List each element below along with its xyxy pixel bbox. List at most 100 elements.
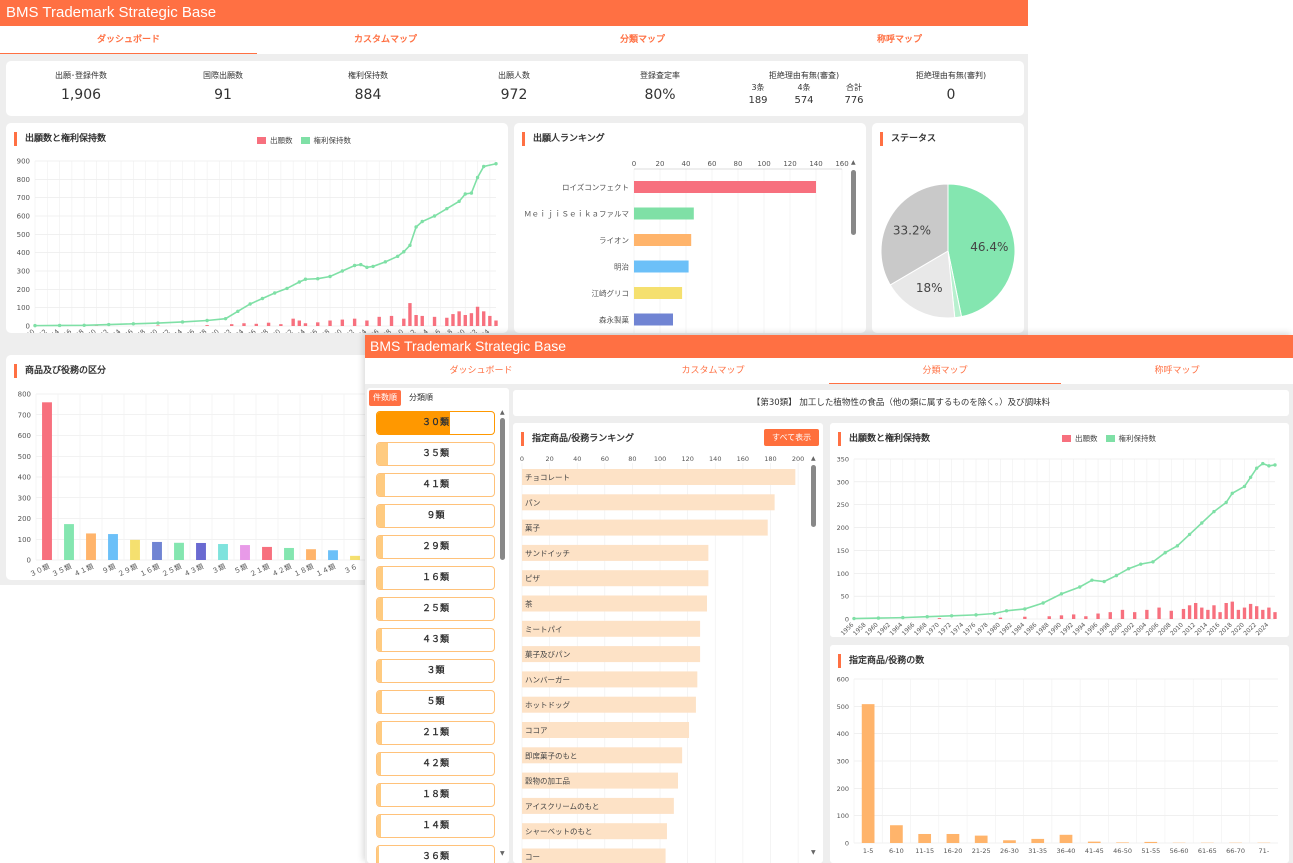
class-list-item[interactable]: ３５類: [376, 442, 495, 466]
hold-point: [33, 323, 37, 328]
hold-point: [469, 191, 474, 195]
class-list-label: ３０類: [421, 418, 449, 428]
app-bar: [242, 323, 246, 326]
class-list-item[interactable]: ４２類: [376, 752, 495, 776]
class-list-scrollbar[interactable]: [500, 418, 505, 560]
main-tabs: ダッシュボード カスタムマップ 分類マップ 称呼マップ: [0, 26, 1028, 54]
app-bar: [205, 325, 209, 326]
tab-dashboard[interactable]: ダッシュボード: [365, 358, 597, 384]
tab-dashboard[interactable]: ダッシュボード: [0, 26, 257, 54]
reject-col-value: 574: [794, 95, 814, 106]
class-list-item[interactable]: ２９類: [376, 535, 495, 559]
app-bar: [352, 318, 357, 326]
pie-label: 33.2%: [893, 223, 931, 237]
x-tick-label: ３６: [343, 563, 359, 576]
class-list-item[interactable]: １６類: [376, 566, 495, 590]
hold-point: [223, 316, 228, 321]
x-tick-label: 20: [545, 455, 553, 463]
bar: [306, 549, 316, 560]
bar: [152, 541, 162, 560]
class-list-item[interactable]: ９類: [376, 504, 495, 528]
hold-point: [1102, 579, 1106, 584]
classmap-window: BMS Trademark Strategic Base ダッシュボード カスタ…: [365, 335, 1293, 863]
x-tick-label: 160: [835, 160, 848, 168]
kpi-value: 80%: [644, 87, 676, 103]
class-list-item[interactable]: ５類: [376, 690, 495, 714]
app-bar: [445, 317, 449, 326]
tab-name-map[interactable]: 称呼マップ: [1061, 358, 1293, 384]
x-tick-label: ４２類: [270, 562, 293, 579]
class-list-item[interactable]: ４１類: [376, 473, 495, 497]
app-bar: [1242, 607, 1247, 619]
scroll-up-icon[interactable]: ▲: [851, 159, 856, 166]
hold-point: [1041, 601, 1045, 605]
bar: [1031, 838, 1045, 843]
scroll-down-icon[interactable]: ▼: [811, 849, 816, 856]
kpi-label: 国際出願数: [203, 71, 243, 80]
bar: [350, 555, 360, 560]
hold-point: [901, 615, 905, 620]
reject-col-label: 合計: [846, 83, 862, 92]
app-bar: [1071, 614, 1076, 619]
classes-card: 商品及び役務の区分 0 100 200 300 400 500 600 700 800 ３０類 ３５…: [6, 355, 386, 580]
y-tick-label: 200: [17, 286, 30, 294]
bar: [890, 825, 903, 843]
hold-point: [285, 286, 289, 291]
x-tick-label: 200: [792, 455, 804, 463]
class-list-item[interactable]: ３６類: [376, 845, 495, 863]
y-tick-label: 0: [845, 840, 849, 848]
scroll-up-icon[interactable]: ▲: [811, 455, 816, 462]
scroll-up-icon[interactable]: ▲: [500, 409, 505, 416]
class-list-item[interactable]: ２５類: [376, 597, 495, 621]
app-bar: [937, 618, 942, 619]
tab-class-map[interactable]: 分類マップ: [514, 26, 771, 54]
app-bar: [432, 316, 437, 326]
app-bar: [266, 322, 271, 326]
bar: [1059, 834, 1073, 843]
kpi-label: 出願人数: [498, 71, 530, 80]
hold-point: [974, 613, 978, 617]
kpi-applicants: 出願人数 972: [459, 70, 569, 103]
scroll-down-icon[interactable]: ▼: [500, 850, 505, 857]
category-label: チョコレート: [525, 473, 570, 482]
tab-custom-map[interactable]: カスタムマップ: [257, 26, 514, 54]
kpi-label: 拒絶理由有無(審判): [915, 71, 987, 80]
sort-by-class-button[interactable]: 分類順: [405, 390, 437, 406]
reject-3jo: 3条 189: [744, 82, 772, 106]
hold-point: [1004, 609, 1009, 613]
ranking-bar: [634, 234, 692, 246]
category-label: ミートパイ: [525, 625, 563, 634]
y-tick-label: 400: [17, 249, 30, 257]
tab-class-map[interactable]: 分類マップ: [829, 358, 1061, 384]
hold-point: [297, 280, 302, 284]
app-bar: [1230, 601, 1234, 619]
class-list-item[interactable]: ２１類: [376, 721, 495, 745]
class-list-item[interactable]: １４類: [376, 814, 495, 838]
y-tick-label: 500: [837, 703, 849, 711]
category-label: 穀物の加工品: [525, 776, 570, 786]
category-label: ロイズコンフェクト: [562, 182, 629, 192]
class-list-item[interactable]: ３０類: [376, 411, 495, 435]
hold-point: [1126, 567, 1131, 571]
class-list-label: ２１類: [421, 728, 449, 738]
x-tick-label: 40: [573, 455, 581, 463]
class-list-item[interactable]: ４３類: [376, 628, 495, 652]
class-list-item[interactable]: ３類: [376, 659, 495, 683]
goods-ranking-scrollbar[interactable]: [811, 465, 816, 527]
ranking-bar: [634, 207, 694, 220]
sort-by-count-button[interactable]: 件数順: [369, 390, 401, 406]
x-tick-label: 160: [737, 455, 749, 463]
app-bar: [316, 322, 320, 326]
pie-label: 18%: [916, 281, 943, 295]
class-list-panel: 件数順 分類順 ３０類 ３５類 ４１類 ９類 ２９類 １６類 ２５類 ４３類 ３類 ５類 ２１類 ４２…: [367, 388, 509, 863]
tab-name-map[interactable]: 称呼マップ: [771, 26, 1028, 54]
ranking-scrollbar[interactable]: [851, 170, 856, 235]
hold-point: [852, 616, 856, 621]
reject-col-value: 776: [844, 95, 864, 106]
app-bar: [494, 320, 498, 326]
class-list-item[interactable]: １８類: [376, 783, 495, 807]
tab-custom-map[interactable]: カスタムマップ: [597, 358, 829, 384]
bar: [240, 545, 250, 560]
app-bar: [230, 324, 234, 326]
x-tick-label: 80: [734, 160, 743, 168]
